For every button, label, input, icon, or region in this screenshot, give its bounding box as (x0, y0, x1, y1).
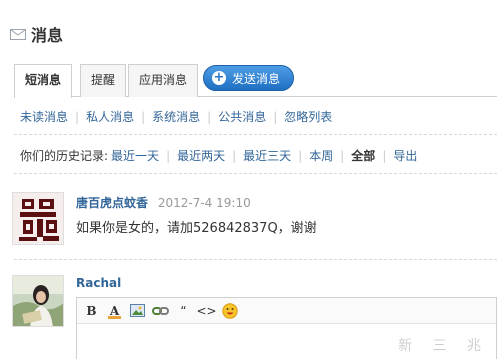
page-header: 消息 (10, 22, 63, 46)
quote-button[interactable]: “ (174, 301, 193, 320)
message-meta: 唐百虎点蚊香 2012-7-4 19:10 (76, 194, 251, 211)
divider (14, 134, 497, 135)
plus-icon: + (212, 70, 226, 85)
smiley-icon[interactable] (220, 301, 239, 320)
filter-system[interactable]: 系统消息 (152, 108, 200, 125)
tab-app-message[interactable]: 应用消息 (128, 64, 199, 97)
history-export[interactable]: 导出 (393, 147, 417, 164)
message-text: 如果你是女的，请加526842837Q，谢谢 (76, 221, 317, 236)
message-sender[interactable]: 唐百虎点蚊香 (76, 196, 148, 210)
history-last-two-days[interactable]: 最近两天 (177, 147, 225, 164)
history-last-day[interactable]: 最近一天 (111, 147, 159, 164)
filter-private[interactable]: 私人消息 (86, 108, 134, 125)
bold-button[interactable]: B (82, 301, 101, 320)
code-button[interactable]: <> (196, 301, 216, 320)
image-icon[interactable] (128, 301, 147, 320)
history-all[interactable]: 全部 (351, 147, 375, 164)
filter-public[interactable]: 公共消息 (218, 108, 266, 125)
divider (14, 259, 497, 260)
link-icon[interactable] (151, 301, 170, 320)
avatar[interactable] (12, 275, 64, 327)
message-time: 2012-7-4 19:10 (157, 196, 251, 210)
history-range-bar: 你们的历史记录: 最近一天 | 最近两天 | 最近三天 | 本周 | 全部 | 导出 (20, 147, 418, 164)
watermark: 新 三 兆 (398, 338, 489, 354)
font-color-button[interactable]: A (105, 301, 124, 320)
divider (14, 173, 497, 174)
tab-bar: 短消息 提醒 应用消息 + 发送消息 (14, 64, 497, 98)
avatar[interactable] (12, 192, 64, 245)
tab-short-message[interactable]: 短消息 (14, 64, 73, 98)
tab-reminder[interactable]: 提醒 (80, 64, 127, 97)
history-last-three-days[interactable]: 最近三天 (243, 147, 291, 164)
editor-toolbar: B A “ <> (77, 298, 496, 324)
page-title: 消息 (31, 26, 64, 45)
history-this-week[interactable]: 本周 (309, 147, 333, 164)
filter-ignore-list[interactable]: 忽略列表 (284, 108, 332, 125)
history-label: 你们的历史记录: (20, 149, 109, 163)
mail-icon (10, 28, 26, 40)
send-message-button[interactable]: + 发送消息 (203, 65, 295, 91)
filter-unread[interactable]: 未读消息 (20, 108, 68, 125)
reply-username[interactable]: Rachal (76, 276, 121, 290)
message-filter-bar: 未读消息 | 私人消息 | 系统消息 | 公共消息 | 忽略列表 (20, 108, 333, 125)
send-message-label: 发送消息 (232, 71, 281, 86)
